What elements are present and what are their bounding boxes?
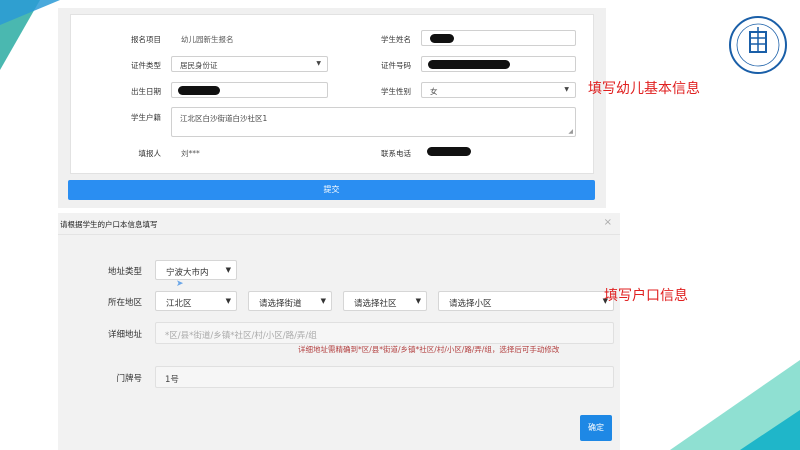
decor-corner-bottom-right-accent xyxy=(740,410,800,450)
street-placeholder: 请选择街道 xyxy=(259,299,302,309)
project-value: 幼儿园新生报名 xyxy=(181,35,234,44)
house-number-input[interactable]: 1号 xyxy=(155,366,614,388)
redacted-mark xyxy=(427,147,471,156)
district-select[interactable]: 江北区 ▼ xyxy=(155,291,237,311)
house-number-value: 1号 xyxy=(165,375,179,385)
id-number-field[interactable] xyxy=(421,56,576,72)
detail-label: 详细地址 xyxy=(107,330,142,340)
district-value: 江北区 xyxy=(166,299,192,309)
dialog-header: 请根据学生的户口本信息填写 × xyxy=(58,213,620,235)
basic-info-panel: 报名项目 幼儿园新生报名 学生姓名 证件类型 居民身份证 ▼ 证件号码 出生日期… xyxy=(58,8,606,208)
project-label: 报名项目 xyxy=(131,35,161,44)
basic-info-card: 报名项目 幼儿园新生报名 学生姓名 证件类型 居民身份证 ▼ 证件号码 出生日期… xyxy=(70,14,594,174)
chevron-down-icon: ▼ xyxy=(415,297,421,305)
house-number-label: 门牌号 xyxy=(116,374,142,384)
gender-label: 学生性别 xyxy=(381,87,411,96)
household-value: 江北区白沙街道白沙社区1 xyxy=(180,114,268,123)
address-type-select[interactable]: 宁波大市内 ▼ xyxy=(155,260,237,280)
id-number-label: 证件号码 xyxy=(381,61,411,70)
community-select[interactable]: 请选择社区 ▼ xyxy=(343,291,427,311)
estate-placeholder: 请选择小区 xyxy=(449,299,492,309)
resize-handle-icon[interactable]: ◢ xyxy=(568,128,573,135)
chevron-down-icon: ▼ xyxy=(225,297,231,305)
redacted-mark xyxy=(430,34,454,43)
annotation-household-info: 填写户口信息 xyxy=(604,288,688,304)
birth-date-field[interactable] xyxy=(171,82,328,98)
estate-select[interactable]: 请选择小区 ▼ xyxy=(438,291,614,311)
household-label: 学生户籍 xyxy=(131,113,161,122)
gender-value: 女 xyxy=(430,87,438,96)
student-name-label: 学生姓名 xyxy=(381,35,411,44)
id-type-value: 居民身份证 xyxy=(180,61,218,70)
confirm-button[interactable]: 确定 xyxy=(580,415,612,441)
chevron-down-icon: ▼ xyxy=(316,60,321,67)
detail-placeholder: *区/县*街道/乡镇*社区/村/小区/路/弄/组 xyxy=(165,331,317,341)
submit-button[interactable]: 提交 xyxy=(68,180,595,200)
address-type-label: 地址类型 xyxy=(107,267,142,277)
address-type-value: 宁波大市内 xyxy=(166,268,209,278)
region-label: 所在地区 xyxy=(107,298,142,308)
chevron-down-icon: ▼ xyxy=(564,86,569,93)
student-name-field[interactable] xyxy=(421,30,576,46)
detail-address-input[interactable]: *区/县*街道/乡镇*社区/村/小区/路/弄/组 xyxy=(155,322,614,344)
gender-select[interactable]: 女 ▼ xyxy=(421,82,576,98)
cixi-education-logo xyxy=(728,15,788,75)
detail-hint: 详细地址需精确到*区/县*街道/乡镇*社区/村/小区/路/弄/组，选择后可手动修… xyxy=(298,345,560,354)
redacted-mark xyxy=(178,86,220,95)
chevron-down-icon: ▼ xyxy=(320,297,326,305)
redacted-mark xyxy=(428,60,510,69)
community-placeholder: 请选择社区 xyxy=(354,299,397,309)
filler-value: 刘*** xyxy=(181,149,200,158)
birth-label: 出生日期 xyxy=(131,87,161,96)
annotation-basic-info: 填写幼儿基本信息 xyxy=(588,81,700,97)
logo-emblem-icon xyxy=(729,16,787,74)
close-icon[interactable]: × xyxy=(604,217,612,228)
household-textarea[interactable]: 江北区白沙街道白沙社区1 ◢ xyxy=(171,107,576,137)
street-select[interactable]: 请选择街道 ▼ xyxy=(248,291,332,311)
dialog-title: 请根据学生的户口本信息填写 xyxy=(60,220,158,229)
phone-label: 联系电话 xyxy=(381,149,411,158)
cursor-pointer-icon: ➤ xyxy=(176,279,184,289)
filler-label: 填报人 xyxy=(138,149,162,158)
household-dialog: 请根据学生的户口本信息填写 × 地址类型 宁波大市内 ▼ ➤ 所在地区 江北区 … xyxy=(58,213,620,450)
id-type-label: 证件类型 xyxy=(131,61,161,70)
id-type-select[interactable]: 居民身份证 ▼ xyxy=(171,56,328,72)
decor-corner-top-left-accent xyxy=(0,0,60,25)
chevron-down-icon: ▼ xyxy=(225,266,231,274)
